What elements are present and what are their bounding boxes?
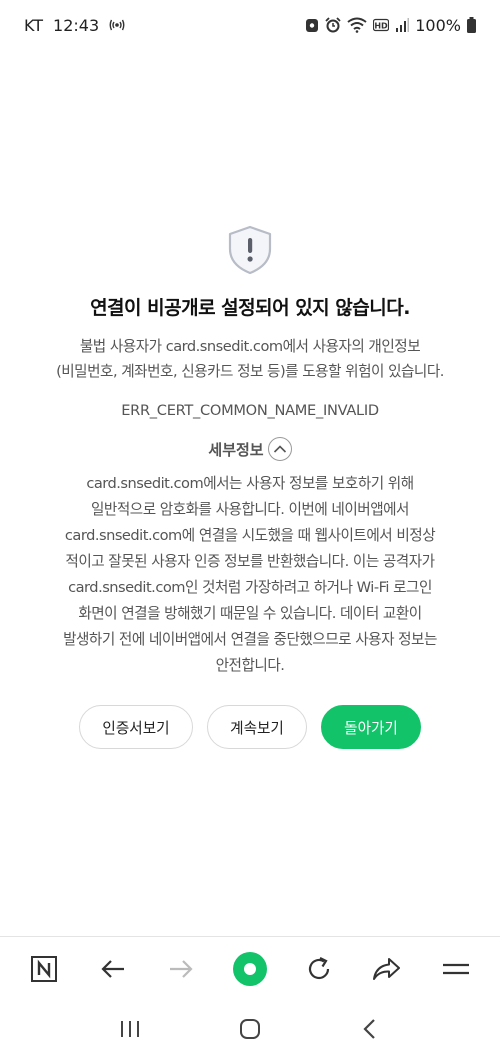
details-line: 적이고 잘못된 사용자 인증 정보를 반환했습니다. 이는 공격자가 xyxy=(65,553,435,570)
svg-text:HD: HD xyxy=(375,22,389,31)
warning-shield-icon xyxy=(227,225,273,275)
error-description-line: (비밀번호, 계좌번호, 신용카드 정보 등)를 도용할 위험이 있습니다. xyxy=(56,363,444,380)
details-label: 세부정보 xyxy=(208,440,264,459)
wifi-icon xyxy=(347,17,367,33)
cell-signal-icon xyxy=(395,18,410,32)
menu-icon[interactable] xyxy=(431,944,481,994)
details-line: card.snsedit.com에서는 사용자 정보를 보호하기 위해 xyxy=(86,475,414,492)
lock-app-icon xyxy=(305,17,319,33)
error-code: ERR_CERT_COMMON_NAME_INVALID xyxy=(121,402,379,419)
details-toggle[interactable]: 세부정보 xyxy=(208,437,292,461)
view-certificate-button[interactable]: 인증서보기 xyxy=(79,705,193,749)
details-line: 일반적으로 암호화를 사용합니다. 이번에 네이버앱에서 xyxy=(90,501,410,518)
go-back-button[interactable]: 돌아가기 xyxy=(321,705,421,749)
details-line: 안전합니다. xyxy=(215,657,285,674)
error-description-line: 불법 사용자가 card.snsedit.com에서 사용자의 개인정보 xyxy=(79,338,421,355)
error-title: 연결이 비공개로 설정되어 있지 않습니다. xyxy=(90,297,410,319)
green-dot-icon[interactable] xyxy=(225,944,275,994)
details-text: card.snsedit.com에서는 사용자 정보를 보호하기 위해 일반적으… xyxy=(10,471,490,679)
nfc-signal-icon xyxy=(109,18,125,32)
naver-home-icon[interactable] xyxy=(19,944,69,994)
error-description: 불법 사용자가 card.snsedit.com에서 사용자의 개인정보 (비밀… xyxy=(15,334,485,384)
forward-arrow-icon[interactable] xyxy=(156,944,206,994)
carrier-label: KT xyxy=(24,15,44,35)
details-line: 발생하기 전에 네이버앱에서 연결을 중단했으므로 사용자 정보는 xyxy=(63,631,437,648)
home-icon[interactable] xyxy=(225,1004,275,1054)
error-panel: 연결이 비공개로 설정되어 있지 않습니다. 불법 사용자가 card.snse… xyxy=(0,225,500,749)
details-line: card.snsedit.com에 연결을 시도했을 때 웹사이트에서 비정상 xyxy=(64,527,436,544)
share-icon[interactable] xyxy=(362,944,412,994)
recent-apps-icon[interactable] xyxy=(105,1004,155,1054)
battery-label: 100% xyxy=(415,15,461,35)
battery-icon xyxy=(467,17,476,33)
clock: 12:43 xyxy=(53,15,100,35)
details-line: 화면이 연결을 방해했기 때문일 수 있습니다. 데이터 교환이 xyxy=(78,605,422,622)
system-nav-bar xyxy=(0,1001,500,1056)
browser-toolbar xyxy=(0,936,500,1001)
details-line: card.snsedit.com인 것처럼 가장하려고 하거나 Wi-Fi 로그… xyxy=(68,579,432,596)
status-bar: KT 12:43 HD 100% xyxy=(0,0,500,50)
chevron-up-icon[interactable] xyxy=(267,437,292,461)
continue-button[interactable]: 계속보기 xyxy=(207,705,307,749)
action-buttons: 인증서보기 계속보기 돌아가기 xyxy=(79,705,421,749)
hd-voice-icon: HD xyxy=(373,18,390,32)
refresh-icon[interactable] xyxy=(294,944,344,994)
back-arrow-icon[interactable] xyxy=(88,944,138,994)
alarm-icon xyxy=(325,17,341,33)
back-icon[interactable] xyxy=(345,1004,395,1054)
